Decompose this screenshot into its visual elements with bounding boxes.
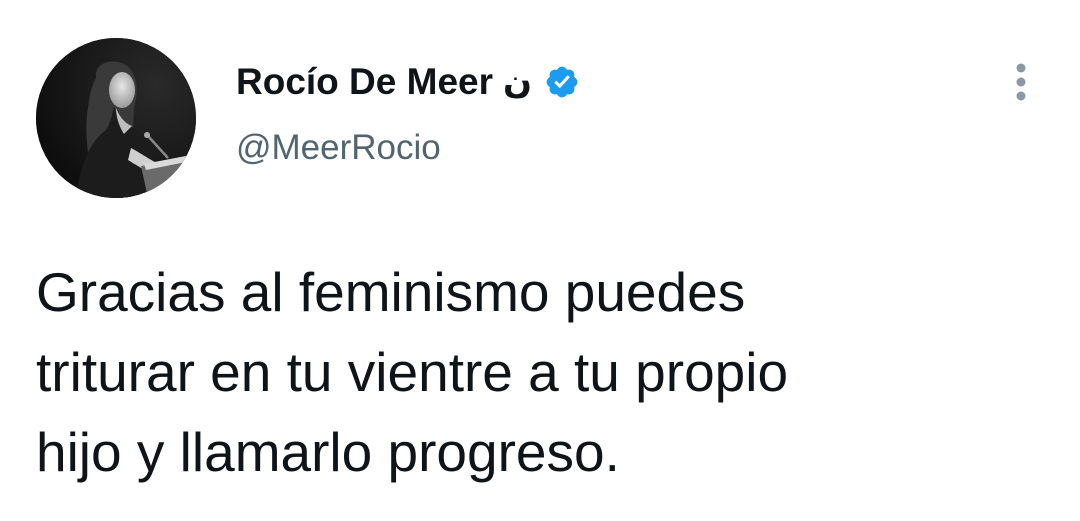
tweet-card: Rocío De Meer ن @MeerRocio Gracias al fe… [0, 0, 1080, 521]
author-avatar[interactable] [36, 38, 196, 198]
author-display-name[interactable]: Rocío De Meer [236, 61, 493, 103]
name-row: Rocío De Meer ن [236, 58, 580, 106]
verified-badge-icon [544, 64, 580, 100]
tweet-text: Gracias al feminismo puedes triturar en … [36, 261, 789, 483]
author-handle[interactable]: @MeerRocio [236, 128, 580, 168]
more-vertical-icon [1016, 63, 1026, 101]
tweet-header: Rocío De Meer ن @MeerRocio [236, 58, 580, 168]
avatar-photo [36, 38, 196, 198]
name-symbol: ن [503, 62, 533, 102]
more-options-button[interactable] [1004, 62, 1038, 102]
